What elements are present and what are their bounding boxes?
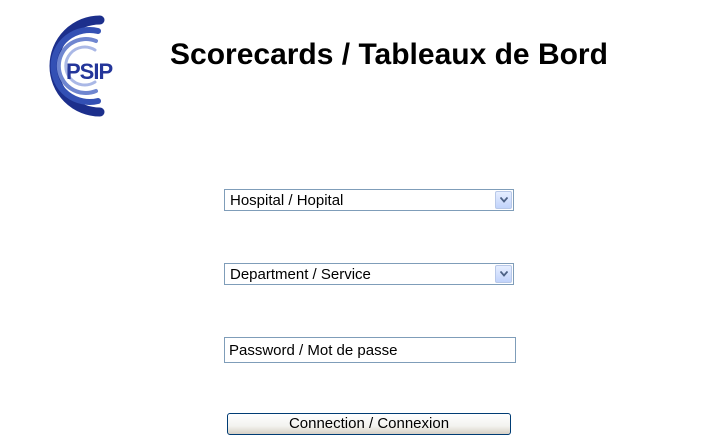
hospital-select[interactable]: Hospital / Hopital bbox=[224, 189, 514, 211]
password-field-value: Password / Mot de passe bbox=[229, 342, 398, 359]
department-select[interactable]: Department / Service bbox=[224, 263, 514, 285]
psip-logo: PSIP bbox=[16, 12, 144, 120]
connect-button[interactable]: Connection / Connexion bbox=[227, 413, 511, 435]
psip-logo-graphic: PSIP bbox=[49, 15, 113, 117]
logo-text: PSIP bbox=[66, 59, 112, 84]
password-field[interactable]: Password / Mot de passe bbox=[224, 337, 516, 363]
page-title: Scorecards / Tableaux de Bord bbox=[170, 38, 608, 71]
department-select-value: Department / Service bbox=[230, 266, 371, 283]
chevron-down-icon bbox=[500, 271, 508, 277]
hospital-select-dropdown-button[interactable] bbox=[495, 191, 512, 209]
department-select-dropdown-button[interactable] bbox=[495, 265, 512, 283]
chevron-down-icon bbox=[500, 197, 508, 203]
hospital-select-value: Hospital / Hopital bbox=[230, 192, 344, 209]
